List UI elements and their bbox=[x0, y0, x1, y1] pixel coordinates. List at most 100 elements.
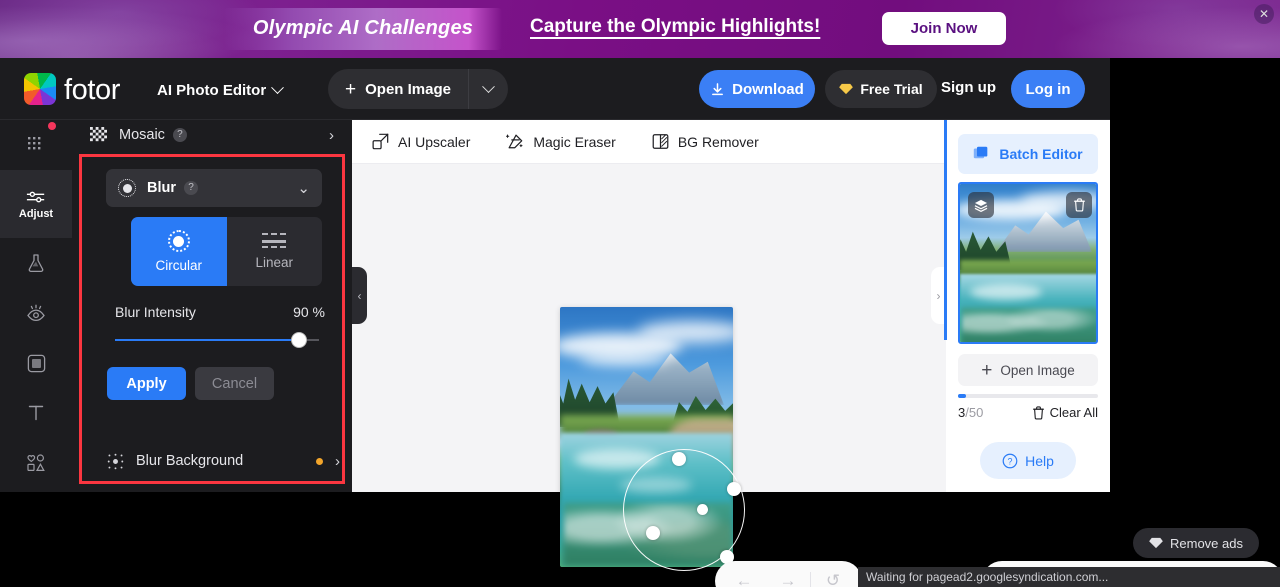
canvas-quick-tools: AI Upscaler Magic Eraser BG Remover bbox=[352, 120, 946, 164]
question-circle-icon: ? bbox=[1002, 453, 1018, 468]
free-trial-button[interactable]: Free Trial bbox=[825, 70, 937, 108]
download-button[interactable]: Download bbox=[699, 70, 815, 108]
ai-upscaler-label: AI Upscaler bbox=[398, 133, 471, 150]
blur-mode-segmented-control: Circular Linear bbox=[131, 217, 322, 286]
blur-intensity-row: Blur Intensity 90 % bbox=[115, 304, 325, 320]
bg-remover-label: BG Remover bbox=[677, 133, 759, 150]
mosaic-label: Mosaic bbox=[119, 127, 165, 143]
layers-icon[interactable] bbox=[968, 192, 994, 218]
open-image-label: Open Image bbox=[365, 80, 451, 98]
history-toolbar: ← → ↺ bbox=[715, 561, 862, 587]
open-image-button[interactable]: + Open Image bbox=[328, 69, 468, 109]
open-image-button-right[interactable]: + Open Image bbox=[958, 354, 1098, 386]
bg-remover-icon bbox=[652, 134, 669, 149]
canvas-scrollbar[interactable] bbox=[944, 120, 947, 340]
browser-status-bar: Waiting for pagead2.googlesyndication.co… bbox=[858, 567, 1280, 587]
download-icon bbox=[712, 82, 724, 95]
magic-eraser-label: Magic Eraser bbox=[533, 133, 616, 150]
clear-all-button[interactable]: Clear All bbox=[1032, 405, 1098, 420]
ai-upscaler-button[interactable]: AI Upscaler bbox=[372, 133, 470, 150]
redo-arrow-icon[interactable]: → bbox=[766, 561, 810, 587]
slider-fill bbox=[115, 339, 299, 341]
help-label: Help bbox=[1025, 452, 1054, 469]
apply-button[interactable]: Apply bbox=[107, 367, 186, 400]
blur-intensity-slider[interactable] bbox=[115, 332, 319, 348]
open-image-button-group[interactable]: + Open Image bbox=[328, 69, 508, 109]
gem-icon bbox=[1149, 537, 1163, 549]
free-trial-label: Free Trial bbox=[860, 81, 923, 97]
promo-texture-right bbox=[1020, 0, 1280, 58]
promo-banner: Olympic AI Challenges Capture the Olympi… bbox=[0, 0, 1280, 58]
blur-background-icon bbox=[107, 453, 124, 469]
blur-tool-section: Blur ? ⌄ Circular Linear Blur Intensity bbox=[79, 154, 345, 484]
blur-intensity-label: Blur Intensity bbox=[115, 304, 196, 320]
sidebar-item-apps[interactable] bbox=[0, 120, 72, 170]
blur-label: Blur bbox=[147, 180, 176, 196]
chevron-right-icon: › bbox=[335, 452, 340, 470]
sidebar-item-adjust[interactable]: Adjust bbox=[0, 170, 72, 238]
blur-mode-linear[interactable]: Linear bbox=[227, 217, 323, 286]
circular-blur-icon bbox=[167, 230, 190, 252]
slider-knob[interactable] bbox=[290, 332, 307, 348]
layers-glyph bbox=[974, 199, 988, 212]
chevron-down-icon bbox=[271, 80, 285, 94]
sidebar-item-ai-tools[interactable] bbox=[0, 238, 72, 288]
trash-glyph bbox=[1073, 198, 1085, 212]
canvas-area: AI Upscaler Magic Eraser BG Remover ← → … bbox=[352, 120, 1280, 587]
open-image-dropdown-button[interactable] bbox=[468, 69, 508, 109]
help-badge-icon[interactable]: ? bbox=[184, 181, 198, 195]
chevron-down-icon: ⌄ bbox=[297, 180, 310, 197]
sidebar-item-text[interactable] bbox=[0, 388, 72, 438]
remove-ads-button[interactable]: Remove ads bbox=[1133, 528, 1259, 558]
blur-intensity-value: 90 % bbox=[293, 304, 325, 320]
magic-eraser-button[interactable]: Magic Eraser bbox=[506, 133, 616, 150]
reset-clock-icon[interactable]: ↺ bbox=[811, 561, 855, 587]
chevron-right-icon: › bbox=[329, 126, 334, 144]
image-thumbnail[interactable] bbox=[958, 182, 1098, 344]
sign-up-button[interactable]: Sign up bbox=[941, 79, 996, 96]
right-panel: Batch Editor + Open Image 3/50 Clear All… bbox=[946, 120, 1110, 492]
brand-name: fotor bbox=[64, 74, 121, 106]
sidebar-item-elements[interactable] bbox=[0, 438, 72, 488]
capacity-max: 50 bbox=[968, 405, 984, 420]
batch-editor-button[interactable]: Batch Editor bbox=[958, 134, 1098, 174]
magic-eraser-icon bbox=[506, 134, 523, 149]
panel-row-blur-background[interactable]: Blur Background › bbox=[107, 447, 340, 475]
sidebar-item-frame[interactable] bbox=[0, 338, 72, 388]
cancel-button[interactable]: Cancel bbox=[195, 367, 274, 400]
svg-text:?: ? bbox=[1008, 456, 1013, 466]
blur-handle-right[interactable] bbox=[727, 482, 741, 496]
blur-section-header[interactable]: Blur ? ⌄ bbox=[106, 169, 322, 207]
blur-handle-left[interactable] bbox=[646, 526, 660, 540]
fotor-photo-editor-app: Olympic AI Challenges Capture the Olympi… bbox=[0, 0, 1280, 587]
sidebar-item-label: Adjust bbox=[18, 207, 54, 220]
blur-handle-top[interactable] bbox=[672, 452, 686, 466]
chevron-down-icon bbox=[482, 79, 495, 93]
checkerboard-icon bbox=[90, 126, 107, 141]
capacity-row: 3/50 Clear All bbox=[958, 405, 1098, 420]
log-in-button[interactable]: Log in bbox=[1011, 70, 1085, 108]
sidebar-item-retouch[interactable] bbox=[0, 288, 72, 338]
join-now-button[interactable]: Join Now bbox=[882, 12, 1006, 45]
sliders-icon bbox=[26, 191, 45, 202]
undo-arrow-icon[interactable]: ← bbox=[722, 561, 766, 587]
collapse-left-panel-button[interactable]: ‹ bbox=[352, 267, 367, 324]
help-badge-icon[interactable]: ? bbox=[172, 128, 187, 142]
promo-subtitle-link[interactable]: Capture the Olympic Highlights! bbox=[530, 16, 820, 38]
capacity-counter: 3/50 bbox=[958, 405, 983, 420]
help-button[interactable]: ? Help bbox=[980, 442, 1076, 479]
panel-row-mosaic[interactable]: Mosaic ? › bbox=[72, 120, 352, 150]
blur-handle-center[interactable] bbox=[697, 504, 708, 515]
fotor-logo-icon[interactable] bbox=[24, 73, 56, 105]
trash-icon[interactable] bbox=[1066, 192, 1092, 218]
shapes-icon bbox=[27, 454, 45, 471]
capacity-progress-track bbox=[958, 394, 1098, 398]
mode-selector[interactable]: AI Photo Editor bbox=[157, 79, 285, 101]
linear-blur-icon bbox=[262, 233, 287, 249]
close-icon[interactable]: ✕ bbox=[1254, 4, 1274, 24]
canvas-stage[interactable] bbox=[352, 164, 946, 571]
bg-remover-button[interactable]: BG Remover bbox=[652, 133, 759, 150]
blur-mode-circular[interactable]: Circular bbox=[131, 217, 227, 286]
remove-ads-label: Remove ads bbox=[1170, 535, 1243, 551]
eye-icon bbox=[27, 304, 45, 322]
